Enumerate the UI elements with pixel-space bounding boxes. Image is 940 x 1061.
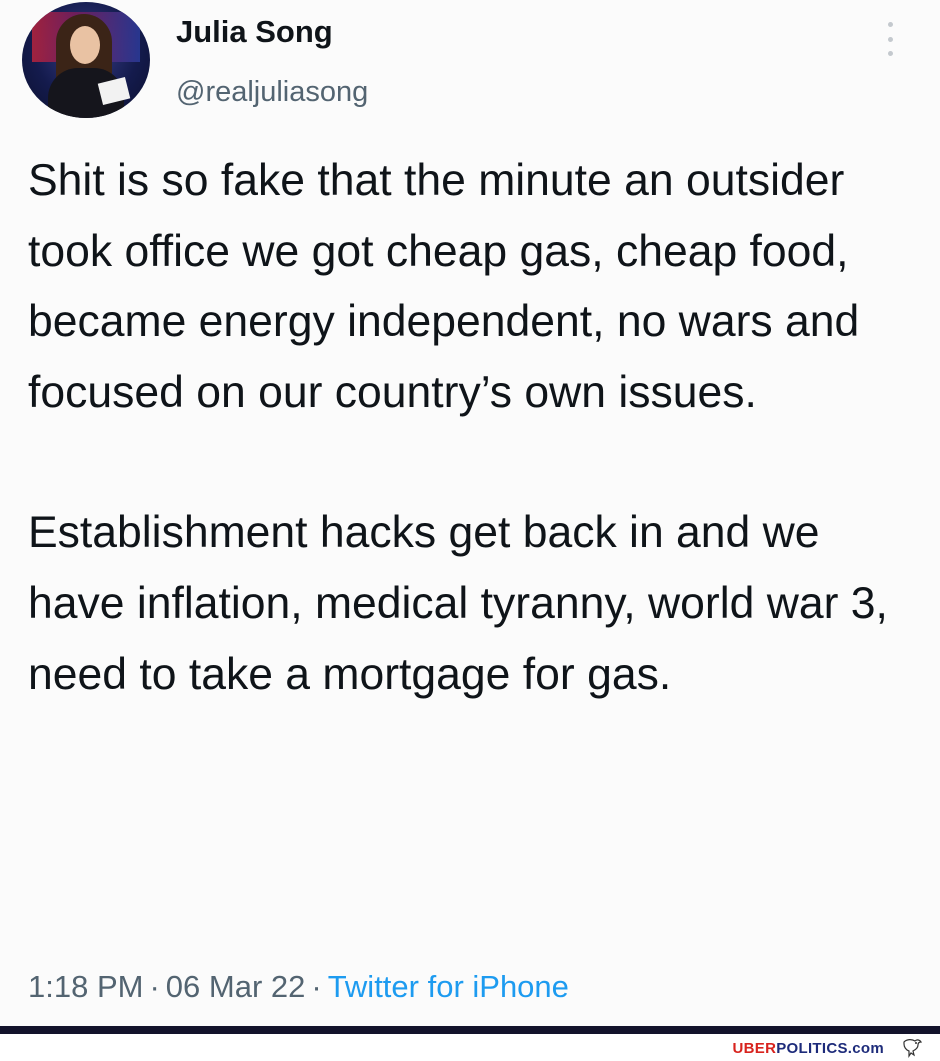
- more-dot: [887, 51, 893, 56]
- tweet-paragraph: Shit is so fake that the minute an outsi…: [28, 156, 860, 417]
- more-vertical-icon[interactable]: [880, 22, 900, 56]
- tweet-time[interactable]: 1:18 PM: [28, 969, 143, 1004]
- watermark-domain: .com: [847, 1040, 884, 1057]
- tweet-source-link[interactable]: Twitter for iPhone: [328, 969, 569, 1004]
- separator: ·: [311, 969, 322, 1004]
- avatar[interactable]: [22, 2, 150, 118]
- watermark-uber: UBER: [732, 1040, 777, 1057]
- watermark-politics: POLITICS: [776, 1040, 848, 1057]
- tweet-card: Julia Song @realjuliasong Shit is so fak…: [0, 0, 940, 1026]
- watermark: UBERPOLITICS.com: [733, 1040, 885, 1057]
- eagle-icon: [903, 1039, 922, 1058]
- footer: UBERPOLITICS.com: [0, 1034, 940, 1061]
- tweet-metadata: 1:18 PM · 06 Mar 22 · Twitter for iPhone: [28, 969, 569, 1005]
- avatar-face: [70, 26, 100, 64]
- user-handle[interactable]: @realjuliasong: [176, 76, 368, 109]
- display-name[interactable]: Julia Song: [176, 14, 333, 50]
- tweet-text: Shit is so fake that the minute an outsi…: [28, 146, 928, 710]
- tweet-paragraph: Establishment hacks get back in and we h…: [28, 508, 888, 699]
- divider: [0, 1026, 940, 1034]
- more-dot: [887, 36, 893, 42]
- more-dot: [887, 22, 893, 27]
- tweet-date[interactable]: 06 Mar 22: [166, 969, 306, 1004]
- separator: ·: [149, 969, 160, 1004]
